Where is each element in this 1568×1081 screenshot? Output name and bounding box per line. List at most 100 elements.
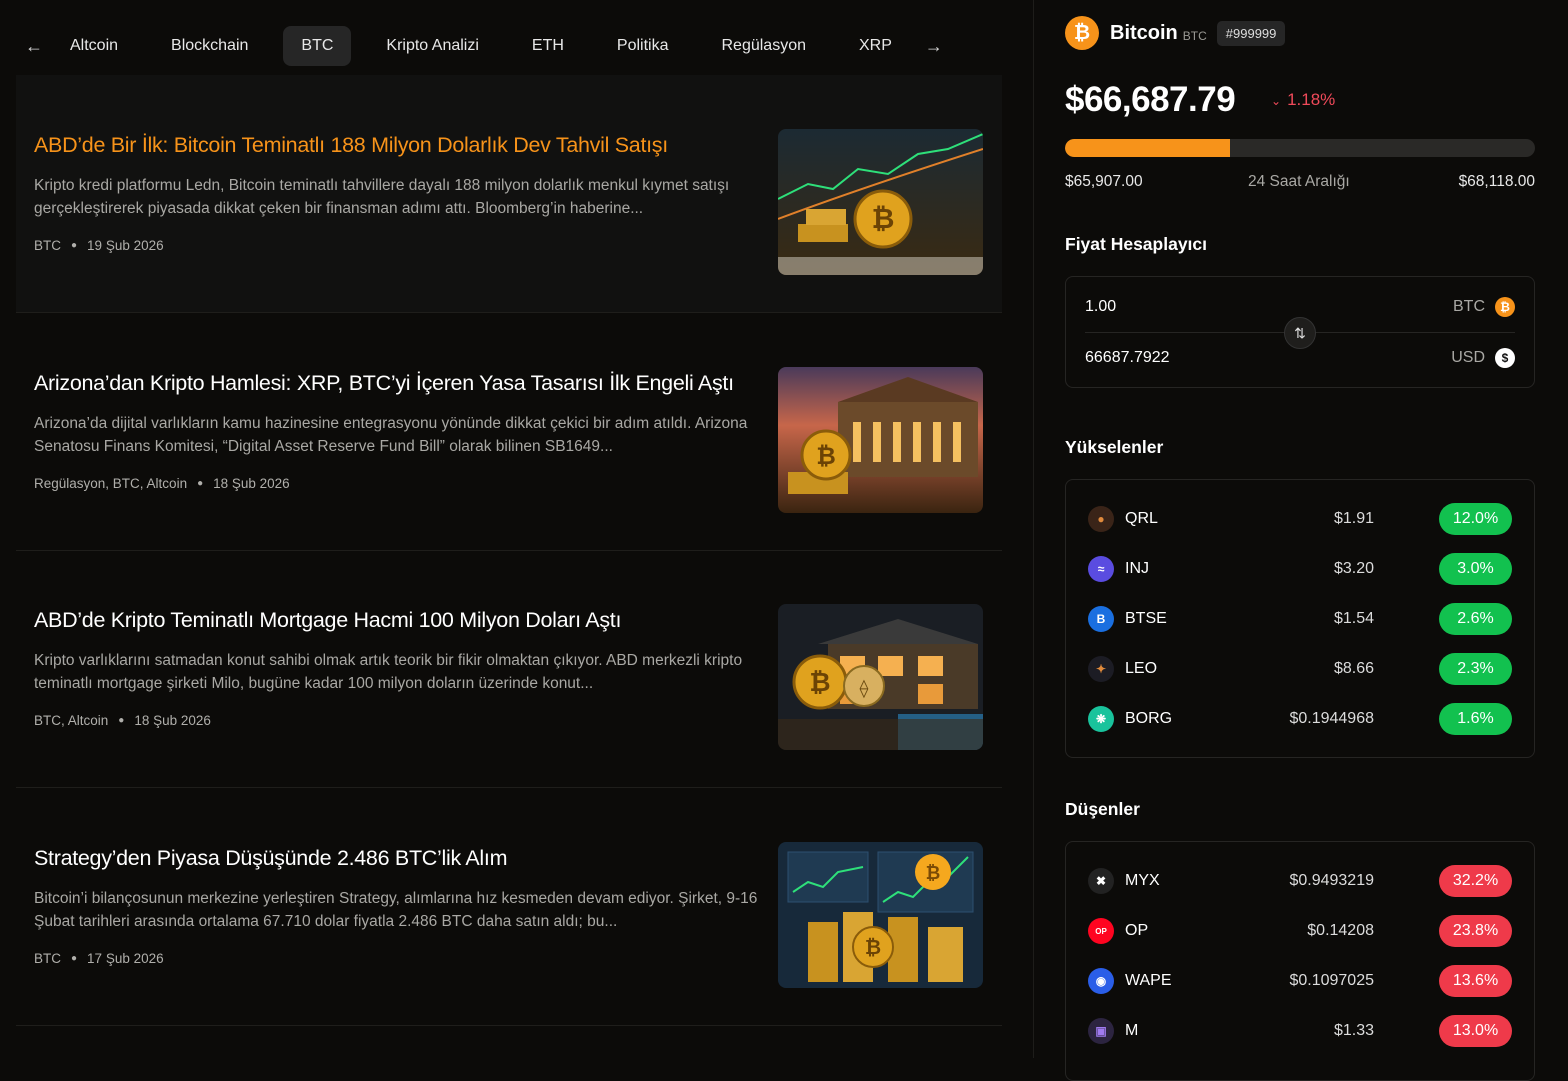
article-summary: Arizona’da dijital varlıkların kamu hazi…: [34, 415, 748, 455]
tab-blockchain[interactable]: Blockchain: [153, 26, 266, 66]
result-input[interactable]: 66687.7922: [1085, 349, 1170, 367]
chevron-down-icon: ⌄: [1271, 94, 1282, 108]
tab-politika[interactable]: Politika: [599, 26, 687, 66]
article-thumbnail[interactable]: ₿: [778, 129, 983, 275]
article-tags[interactable]: BTC, Altcoin: [34, 713, 108, 728]
op-icon: OP: [1088, 918, 1114, 944]
article-title[interactable]: ABD’de Bir İlk: Bitcoin Teminatlı 188 Mi…: [34, 130, 764, 160]
coin-price: $3.20: [1333, 560, 1374, 577]
tabs-next-icon[interactable]: →: [916, 26, 952, 66]
coin-header: ₿ Bitcoin BTC #999999: [1065, 16, 1286, 50]
tab-xrp[interactable]: XRP: [841, 26, 910, 66]
result-currency[interactable]: USD: [1451, 349, 1485, 367]
wape-icon: ◉: [1088, 968, 1114, 994]
list-item[interactable]: B BTSE $1.54 2.6%: [1088, 603, 1512, 635]
range-bar: [1065, 139, 1535, 157]
tab-regulasyon[interactable]: Regülasyon: [703, 26, 824, 66]
gainers-list: ● QRL $1.91 12.0% ≈ INJ $3.20 3.0% B BTSE $1.54 2…: [1065, 479, 1535, 758]
article-title[interactable]: Strategy’den Piyasa Düşüşünde 2.486 BTC’…: [34, 843, 764, 873]
borg-icon: ❋: [1088, 706, 1114, 732]
m-icon: ▣: [1088, 1018, 1114, 1044]
coin-symbol: LEO: [1125, 660, 1158, 677]
coin-symbol: M: [1125, 1022, 1139, 1039]
coin-symbol: OP: [1125, 922, 1149, 939]
calculator-title: Fiyat Hesaplayıcı: [1065, 234, 1208, 254]
article-title[interactable]: Arizona’dan Kripto Hamlesi: XRP, BTC’yi …: [34, 368, 764, 398]
coin-price: $0.1097025: [1289, 972, 1374, 989]
tab-kripto-analizi[interactable]: Kripto Analizi: [368, 26, 497, 66]
coin-price: $0.9493219: [1289, 872, 1374, 889]
coin-symbol: WAPE: [1125, 972, 1172, 989]
change-badge: 1.6%: [1439, 703, 1512, 735]
tab-btc[interactable]: BTC: [283, 26, 352, 66]
article-card[interactable]: ABD’de Bir İlk: Bitcoin Teminatlı 188 Mi…: [16, 75, 1002, 313]
article-date: 19 Şub 2026: [87, 238, 164, 253]
change-badge: 2.6%: [1439, 603, 1512, 635]
article-tags[interactable]: BTC: [34, 238, 61, 253]
article-card[interactable]: Strategy’den Piyasa Düşüşünde 2.486 BTC’…: [16, 788, 1002, 1026]
list-item[interactable]: ❋ BORG $0.1944968 1.6%: [1088, 703, 1512, 735]
coin-price: $1.91: [1333, 510, 1374, 527]
coin-symbol: BTSE: [1125, 610, 1167, 627]
inj-icon: ≈: [1088, 556, 1114, 582]
range-fill: [1065, 139, 1230, 157]
btse-icon: B: [1088, 606, 1114, 632]
coin-price: $66,687.79: [1065, 80, 1236, 119]
change-badge: 32.2%: [1439, 865, 1512, 897]
list-item[interactable]: ✦ LEO $8.66 2.3%: [1088, 653, 1512, 685]
article-summary: Kripto varlıklarını satmadan konut sahib…: [34, 652, 743, 692]
category-tabs: ← Altcoin Blockchain BTC Kripto Analizi …: [16, 26, 1002, 66]
svg-text:₿: ₿: [865, 937, 881, 959]
article-title[interactable]: ABD’de Kripto Teminatlı Mortgage Hacmi 1…: [34, 605, 764, 635]
svg-text:₿: ₿: [926, 863, 941, 883]
list-item[interactable]: ◉ WAPE $0.1097025 13.6%: [1088, 965, 1512, 997]
coin-price: $1.54: [1333, 610, 1374, 627]
svg-text:⟠: ⟠: [860, 678, 869, 699]
article-tags[interactable]: BTC: [34, 951, 61, 966]
amount-currency[interactable]: BTC: [1453, 298, 1485, 316]
article-thumbnail[interactable]: ₿: [778, 367, 983, 513]
list-item[interactable]: ✖ MYX $0.9493219 32.2%: [1088, 865, 1512, 897]
article-thumbnail[interactable]: ₿ ₿: [778, 842, 983, 988]
bitcoin-icon: ₿: [1065, 16, 1099, 50]
article-card[interactable]: ABD’de Kripto Teminatlı Mortgage Hacmi 1…: [16, 550, 1002, 788]
qrl-icon: ●: [1088, 506, 1114, 532]
list-item[interactable]: ▣ M $1.33 13.0%: [1088, 1015, 1512, 1047]
article-date: 18 Şub 2026: [213, 476, 290, 491]
coin-price: $0.14208: [1307, 922, 1374, 939]
rank-badge: #999999: [1216, 20, 1286, 46]
change-badge: 23.8%: [1439, 915, 1512, 947]
amount-input[interactable]: 1.00: [1085, 298, 1116, 316]
svg-text:₿: ₿: [872, 203, 895, 234]
list-item[interactable]: ● QRL $1.91 12.0%: [1088, 503, 1512, 535]
list-item[interactable]: ≈ INJ $3.20 3.0%: [1088, 553, 1512, 585]
article-date: 17 Şub 2026: [87, 951, 164, 966]
coin-name: Bitcoin: [1110, 21, 1178, 44]
price-change: ⌄ 1.18%: [1271, 90, 1335, 110]
coin-symbol: BTC: [1182, 29, 1207, 43]
article-thumbnail[interactable]: ₿ ⟠: [778, 604, 983, 750]
article-card[interactable]: Arizona’dan Kripto Hamlesi: XRP, BTC’yi …: [16, 313, 1002, 551]
coin-symbol: BORG: [1125, 710, 1173, 727]
change-badge: 2.3%: [1439, 653, 1512, 685]
price-change-value: 1.18%: [1287, 90, 1336, 109]
myx-icon: ✖: [1088, 868, 1114, 894]
bitcoin-icon: ₿: [1495, 297, 1515, 317]
article-tags[interactable]: Regülasyon, BTC, Altcoin: [34, 476, 187, 491]
change-badge: 13.0%: [1439, 1015, 1512, 1047]
price-calculator: 1.00 BTC ₿ ⇅ 66687.7922 USD $: [1065, 276, 1535, 388]
tab-eth[interactable]: ETH: [514, 26, 582, 66]
coin-symbol: QRL: [1125, 510, 1158, 527]
change-badge: 3.0%: [1439, 553, 1512, 585]
change-badge: 13.6%: [1439, 965, 1512, 997]
list-item[interactable]: OP OP $0.14208 23.8%: [1088, 915, 1512, 947]
tab-altcoin[interactable]: Altcoin: [52, 26, 136, 66]
article-summary: Bitcoin’i bilançosunun merkezine yerleşt…: [34, 890, 758, 930]
tabs-prev-icon[interactable]: ←: [16, 26, 52, 66]
coin-price: $1.33: [1333, 1022, 1374, 1039]
coin-price: $8.66: [1333, 660, 1374, 677]
losers-title: Düşenler: [1065, 799, 1140, 819]
column-divider: [1033, 0, 1034, 1058]
coin-price: $0.1944968: [1289, 710, 1374, 727]
svg-text:₿: ₿: [809, 667, 830, 697]
